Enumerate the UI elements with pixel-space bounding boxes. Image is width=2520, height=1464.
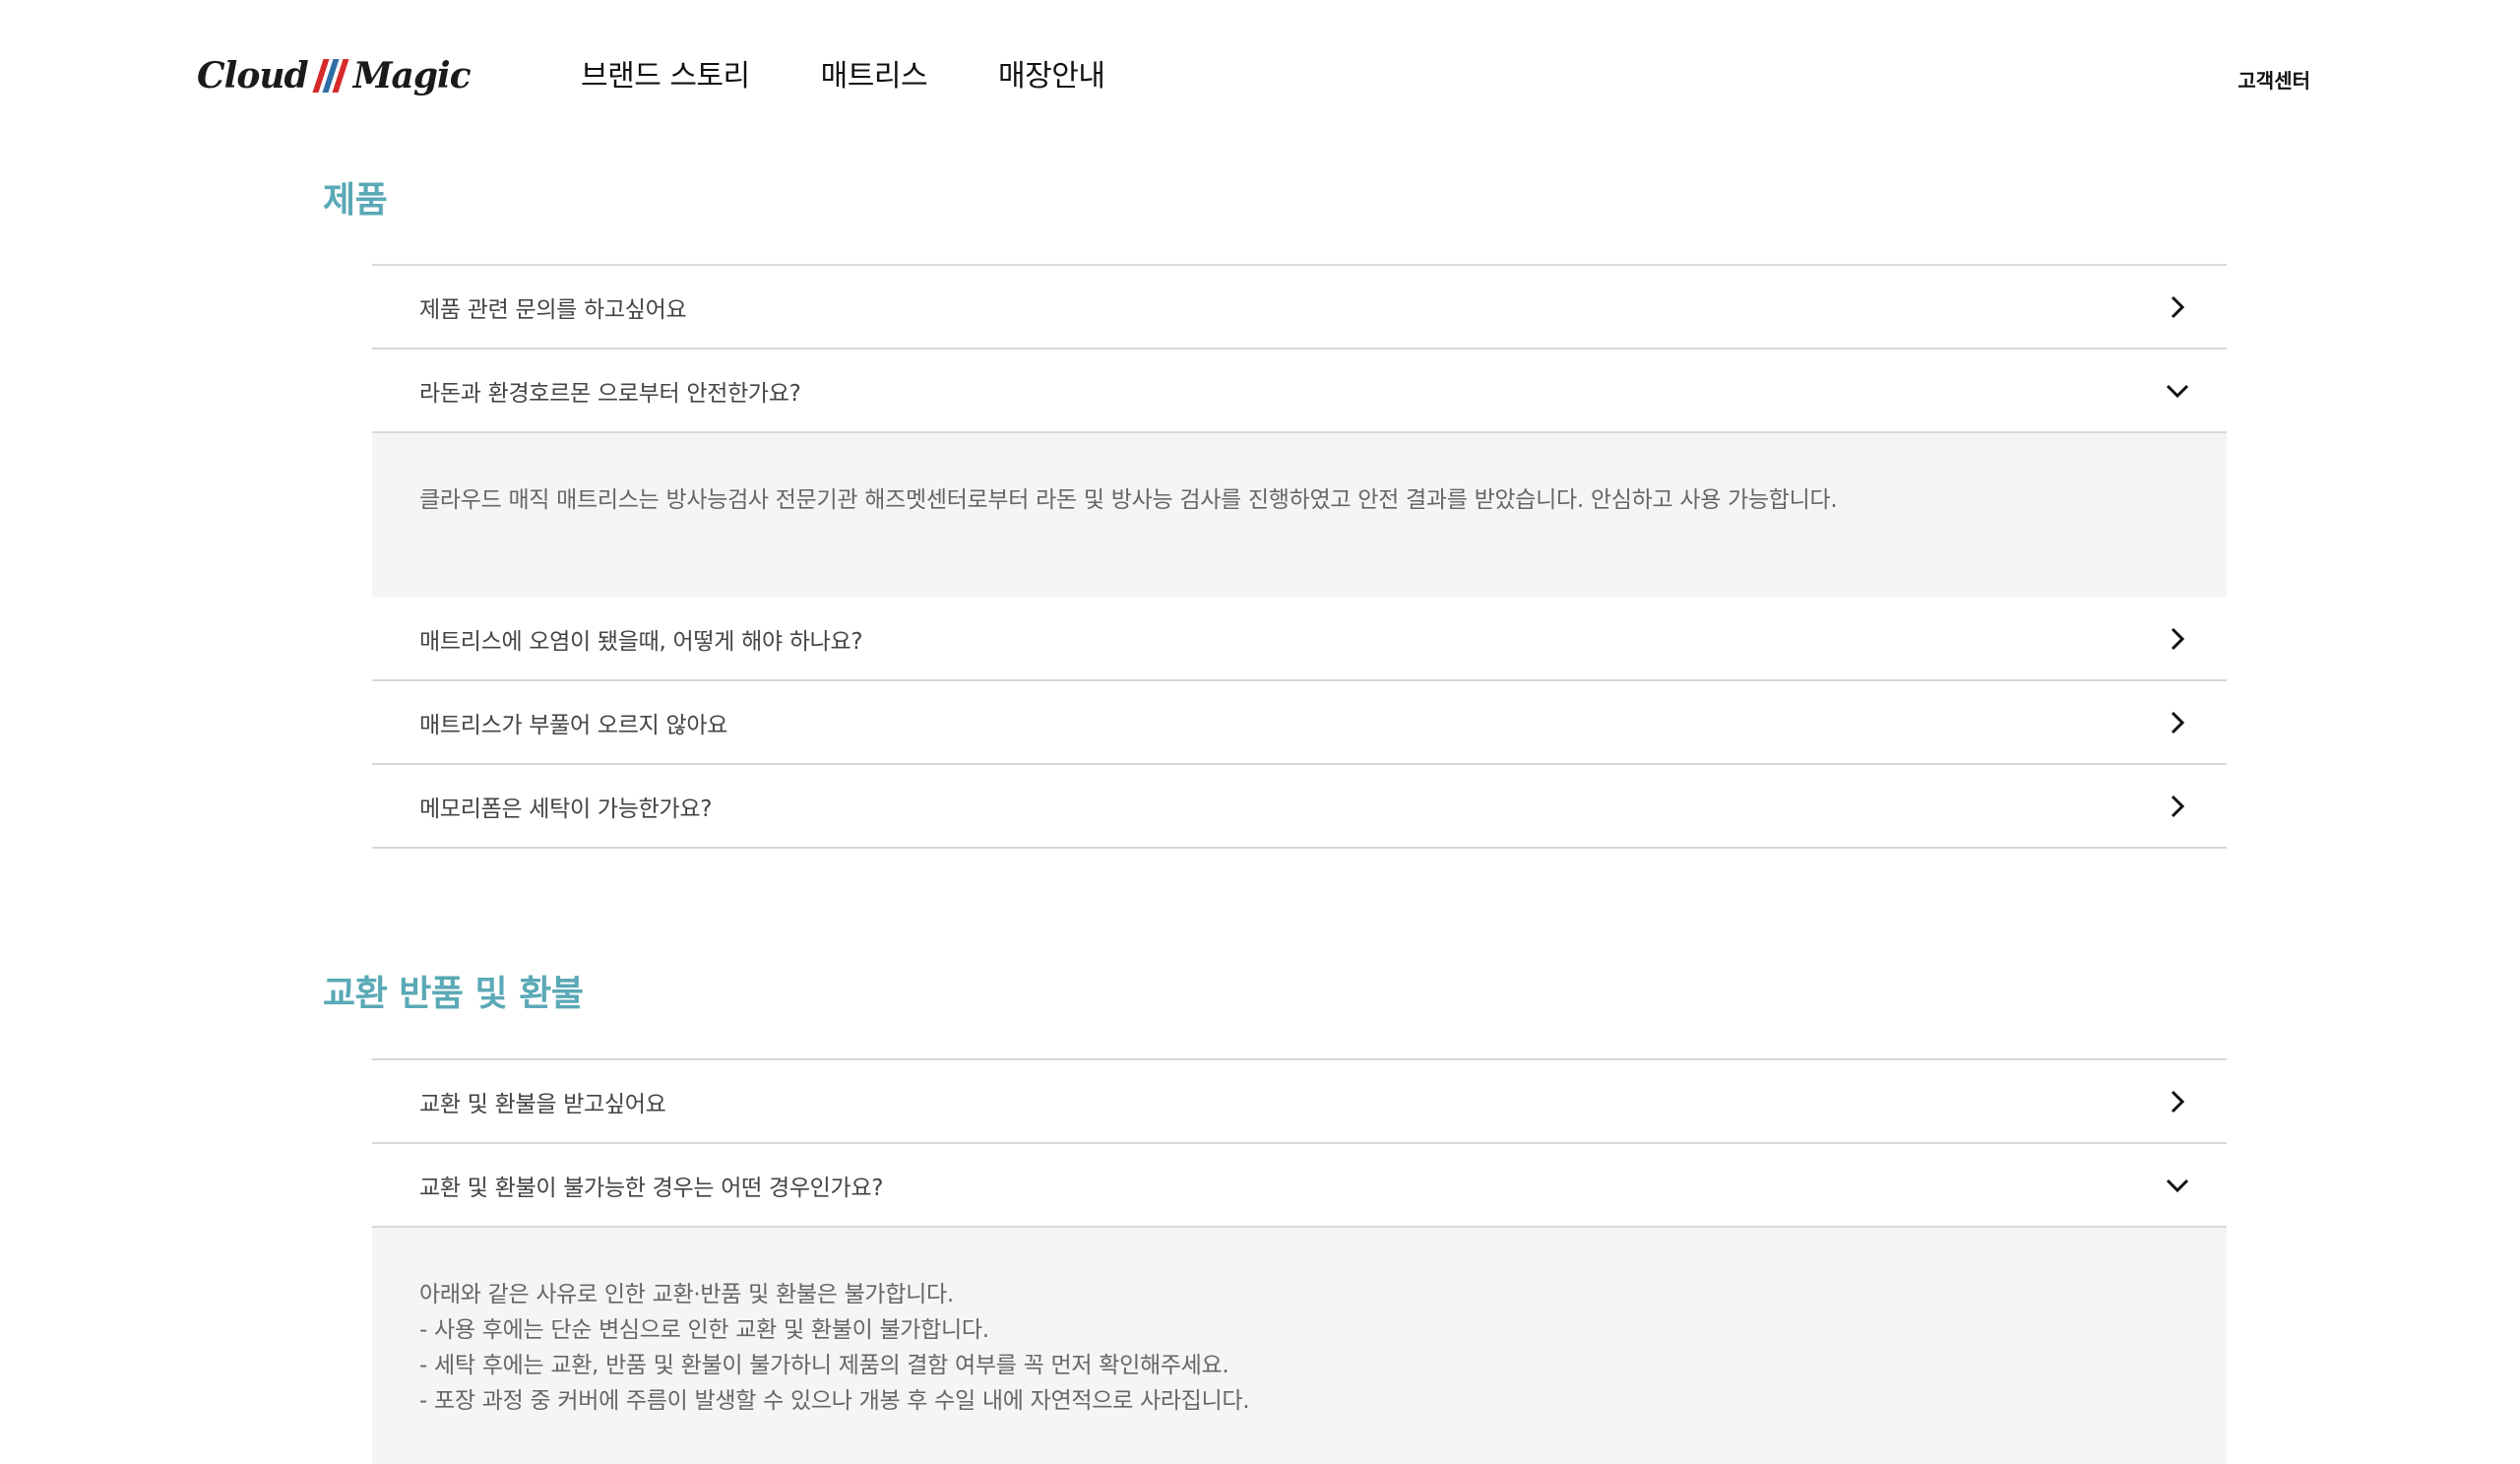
faq-item[interactable]: 매트리스가 부풀어 오르지 않아요 [372,681,2227,765]
logo-text-magic: Magic [352,55,472,96]
section-title-exchange-refund: 교환 반품 및 환불 [323,974,584,1014]
faq-question: 메모리폼은 세탁이 가능한가요? [419,796,713,822]
chevron-right-icon [2164,709,2191,736]
faq-question: 매트리스에 오염이 됐을때, 어떻게 해야 하나요? [419,628,863,655]
faq-item[interactable]: 라돈과 환경호르몬 으로부터 안전한가요? [372,350,2227,433]
customer-center-link[interactable]: 고객센터 [2237,65,2310,94]
faq-question: 교환 및 환불이 불가능한 경우는 어떤 경우인가요? [419,1175,884,1201]
site-header: Cloud Magic 브랜드 스토리 매트리스 매장안내 고객센터 [0,0,2520,148]
section-title-product: 제품 [323,180,388,221]
faq-question: 라돈과 환경호르몬 으로부터 안전한가요? [419,380,801,407]
chevron-right-icon [2164,793,2191,820]
faq-item[interactable]: 매트리스에 오염이 됐을때, 어떻게 해야 하나요? [372,598,2227,681]
faq-list-exchange-refund: 교환 및 환불을 받고싶어요 교환 및 환불이 불가능한 경우는 어떤 경우인가… [372,1058,2227,1464]
logo-mark-icon [312,59,349,93]
chevron-right-icon [2164,1088,2191,1115]
faq-list-product: 제품 관련 문의를 하고싶어요 라돈과 환경호르몬 으로부터 안전한가요? 클라… [372,264,2227,849]
faq-answer-text: 클라우드 매직 매트리스는 방사능검사 전문기관 해즈멧센터로부터 라돈 및 방… [419,487,1838,513]
faq-item[interactable]: 교환 및 환불을 받고싶어요 [372,1060,2227,1144]
faq-question: 교환 및 환불을 받고싶어요 [419,1091,666,1117]
faq-answer-line: 아래와 같은 사유로 인한 교환·반품 및 환불은 불가합니다. [419,1282,954,1307]
chevron-right-icon [2164,625,2191,653]
brand-logo[interactable]: Cloud Magic [197,49,472,102]
chevron-right-icon [2164,293,2191,321]
nav-item-mattress[interactable]: 매트리스 [821,51,928,95]
nav-item-brand-story[interactable]: 브랜드 스토리 [581,51,750,95]
faq-item[interactable]: 교환 및 환불이 불가능한 경우는 어떤 경우인가요? [372,1144,2227,1228]
faq-item[interactable]: 제품 관련 문의를 하고싶어요 [372,266,2227,350]
nav-item-store-info[interactable]: 매장안내 [998,51,1105,95]
logo-text-cloud: Cloud [197,55,309,96]
faq-answer: 아래와 같은 사유로 인한 교환·반품 및 환불은 불가합니다. - 사용 후에… [372,1228,2227,1464]
faq-answer-line: - 포장 과정 중 커버에 주름이 발생할 수 있으나 개봉 후 수일 내에 자… [419,1388,1250,1414]
main-nav: 브랜드 스토리 매트리스 매장안내 [581,51,1105,95]
faq-item[interactable]: 메모리폼은 세탁이 가능한가요? [372,765,2227,849]
faq-question: 제품 관련 문의를 하고싶어요 [419,296,687,323]
faq-answer: 클라우드 매직 매트리스는 방사능검사 전문기관 해즈멧센터로부터 라돈 및 방… [372,433,2227,598]
faq-question: 매트리스가 부풀어 오르지 않아요 [419,712,728,738]
chevron-down-icon [2164,377,2191,405]
chevron-down-icon [2164,1172,2191,1199]
faq-answer-line: - 사용 후에는 단순 변심으로 인한 교환 및 환불이 불가합니다. [419,1317,989,1343]
faq-answer-line: - 세탁 후에는 교환, 반품 및 환불이 불가하니 제품의 결함 여부를 꼭 … [419,1353,1229,1378]
